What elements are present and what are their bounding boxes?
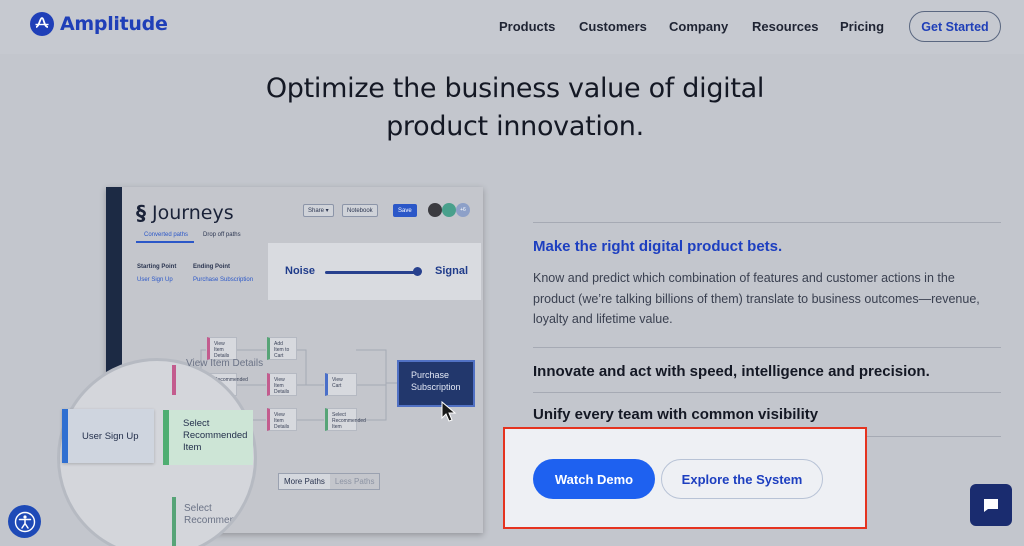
user-sign-up-node: User Sign Up [62,409,154,463]
point-innovate[interactable]: Innovate and act with speed, intelligenc… [533,363,930,380]
journey-node: View Cart [325,373,357,396]
accessibility-icon[interactable] [8,505,41,538]
headline-line-2: product innovation. [386,111,644,142]
amplitude-logo[interactable]: Amplitude [30,12,168,36]
page-headline: Optimize the business value of digital p… [200,70,830,146]
journey-node: View Item Details [267,373,297,396]
nav-resources[interactable]: Resources [752,19,818,34]
mouse-cursor-icon [441,400,457,422]
nav-products[interactable]: Products [499,19,555,34]
chat-icon[interactable] [970,484,1012,526]
headline-line-1: Optimize the business value of digital [265,73,765,104]
nav-customers[interactable]: Customers [579,19,647,34]
magnified-node-text: View Item Details [186,358,264,369]
explore-system-button[interactable]: Explore the System [661,459,823,499]
section-subheading: Make the right digital product bets. [533,238,783,255]
amplitude-logo-icon [30,12,54,36]
journey-node: View Item Details [267,408,297,431]
more-paths-button: More Paths [279,474,330,489]
watch-demo-button[interactable]: Watch Demo [533,459,655,499]
journey-node: Add Item to Cart [267,337,297,360]
nav-pricing[interactable]: Pricing [840,19,884,34]
less-paths-button: Less Paths [334,477,375,486]
magnified-node: Select Recommended [172,497,252,546]
paths-pager: More Paths Less Paths [278,473,381,490]
divider [533,392,1001,393]
nav-company[interactable]: Company [669,19,728,34]
brand-name: Amplitude [60,13,168,35]
magnified-node [172,365,216,395]
get-started-button[interactable]: Get Started [909,11,1001,42]
select-recommended-node: Select Recommended Item [163,410,253,465]
divider [533,347,1001,348]
journey-node: View Item Details [207,337,237,360]
divider [533,222,1001,223]
site-header: Amplitude Products Customers Company Res… [0,0,1024,54]
purchase-subscription-node: Purchase Subscription [397,360,475,407]
journey-node: Select Recommended Item [325,408,366,431]
point-unify[interactable]: Unify every team with common visibility [533,406,818,423]
section-body: Know and predict which combination of fe… [533,271,980,326]
